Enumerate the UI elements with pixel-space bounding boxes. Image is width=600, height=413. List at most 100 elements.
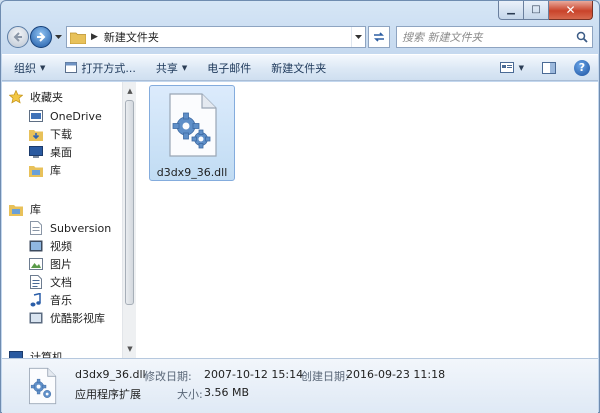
organize-menu[interactable]: 组织 ▼ — [14, 60, 45, 76]
music-icon — [28, 292, 44, 308]
navigation-scrollbar[interactable]: ▲ ▼ — [122, 82, 136, 358]
details-modified-value: 2007-10-12 15:14 — [204, 368, 304, 381]
main-content: 收藏夹 OneDrive 下载 桌面 库 库 Subversion 视频 图片 … — [2, 82, 598, 358]
search-box[interactable]: 搜索 新建文件夹 — [396, 26, 593, 48]
maximize-icon: □ — [531, 4, 541, 15]
preview-pane-button[interactable] — [542, 61, 556, 74]
explorer-window: ▁ □ ✕ ▶ 新建文件夹 搜索 新建文件夹 组织 ▼ 打开方式... 共享 ▼… — [0, 0, 600, 413]
forward-button[interactable] — [30, 26, 52, 48]
address-bar[interactable]: ▶ 新建文件夹 — [66, 26, 366, 48]
nav-item-label: Subversion — [50, 221, 112, 235]
details-size-value: 3.56 MB — [204, 386, 250, 399]
nav-item-youku-library[interactable]: 优酷影视库 — [28, 309, 105, 327]
help-button[interactable]: ? — [574, 59, 598, 76]
share-menu[interactable]: 共享 ▼ — [156, 60, 187, 76]
navigation-pane: 收藏夹 OneDrive 下载 桌面 库 库 Subversion 视频 图片 … — [2, 82, 122, 358]
maximize-button[interactable]: □ — [524, 1, 549, 20]
nav-item-downloads[interactable]: 下载 — [28, 125, 72, 143]
youku-library-icon — [28, 310, 44, 326]
nav-item-desktop[interactable]: 桌面 — [28, 143, 72, 161]
email-button[interactable]: 电子邮件 — [207, 60, 251, 76]
recent-pages-button[interactable] — [53, 26, 63, 48]
nav-item-label: 优酷影视库 — [50, 312, 105, 325]
scroll-down-arrow-icon[interactable]: ▼ — [123, 342, 137, 356]
nav-libraries-label: 库 — [30, 203, 41, 216]
nav-favorites[interactable]: 收藏夹 — [8, 88, 63, 106]
nav-item-videos[interactable]: 视频 — [28, 237, 72, 255]
nav-libraries[interactable]: 库 — [8, 200, 41, 218]
nav-computer[interactable]: 计算机 — [8, 348, 63, 358]
navigation-row: ▶ 新建文件夹 搜索 新建文件夹 — [7, 25, 593, 49]
nav-item-subversion[interactable]: Subversion — [28, 219, 111, 237]
preview-pane-icon — [542, 61, 556, 74]
refresh-icon — [374, 32, 384, 42]
file-list-pane[interactable]: d3dx9_36.dll — [137, 82, 598, 358]
scroll-up-arrow-icon[interactable]: ▲ — [123, 84, 137, 98]
details-file-name: d3dx9_36.dll — [75, 368, 146, 381]
nav-item-label: 文档 — [50, 276, 72, 289]
nav-item-documents[interactable]: 文档 — [28, 273, 72, 291]
nav-computer-label: 计算机 — [30, 351, 63, 358]
computer-icon — [8, 349, 24, 358]
new-folder-button[interactable]: 新建文件夹 — [271, 60, 326, 76]
back-arrow-icon — [13, 32, 22, 42]
chevron-down-icon: ▼ — [181, 63, 188, 72]
open-with-icon — [65, 62, 78, 73]
nav-item-label: 桌面 — [50, 146, 72, 159]
forward-arrow-icon — [37, 32, 46, 42]
refresh-button[interactable] — [368, 26, 390, 48]
help-icon: ? — [574, 59, 590, 76]
nav-favorites-label: 收藏夹 — [30, 91, 63, 104]
library-icon — [8, 201, 24, 217]
nav-item-label: OneDrive — [50, 109, 102, 123]
caption-buttons: ▁ □ ✕ — [498, 1, 593, 20]
nav-item-label: 视频 — [50, 240, 72, 253]
organize-label: 组织 — [14, 61, 36, 75]
details-file-type: 应用程序扩展 — [75, 388, 141, 401]
breadcrumb-folder[interactable]: 新建文件夹 — [104, 29, 159, 45]
details-size-label: 大小: — [177, 388, 203, 401]
details-modified-label: 修改日期: — [144, 370, 192, 383]
downloads-folder-icon — [28, 126, 44, 142]
nav-item-library[interactable]: 库 — [28, 161, 61, 179]
share-label: 共享 — [155, 61, 178, 75]
open-with-button[interactable]: 打开方式... — [65, 60, 136, 76]
search-icon[interactable] — [576, 31, 588, 43]
details-created-label: 创建日期: — [301, 370, 349, 383]
command-bar: 组织 ▼ 打开方式... 共享 ▼ 电子邮件 新建文件夹 ▼ ? — [2, 54, 598, 81]
chevron-down-icon: ▼ — [40, 63, 46, 72]
file-item[interactable]: d3dx9_36.dll — [149, 85, 235, 181]
star-icon — [8, 89, 24, 105]
change-view-button[interactable]: ▼ — [499, 62, 524, 73]
minimize-button[interactable]: ▁ — [498, 1, 524, 20]
breadcrumb-separator[interactable]: ▶ — [91, 32, 98, 42]
desktop-icon — [28, 144, 44, 160]
chevron-down-icon — [54, 34, 62, 39]
minimize-icon: ▁ — [507, 4, 515, 15]
view-controls: ▼ ? — [492, 59, 598, 76]
details-created-value: 2016-09-23 11:18 — [346, 368, 446, 381]
folder-icon — [70, 32, 86, 44]
details-pane: d3dx9_36.dll 应用程序扩展 修改日期: 2007-10-12 15:… — [2, 358, 598, 413]
scroll-thumb[interactable] — [125, 100, 134, 305]
nav-item-label: 音乐 — [50, 294, 72, 307]
close-button[interactable]: ✕ — [549, 1, 593, 20]
nav-item-pictures[interactable]: 图片 — [28, 255, 72, 273]
document-icon — [28, 274, 44, 290]
library-icon — [28, 162, 44, 178]
nav-item-onedrive[interactable]: OneDrive — [28, 107, 102, 125]
gear-file-icon — [29, 367, 57, 405]
new-folder-label: 新建文件夹 — [271, 61, 327, 75]
search-placeholder: 搜索 新建文件夹 — [402, 31, 483, 44]
picture-icon — [28, 256, 44, 272]
chevron-down-icon — [355, 34, 362, 39]
close-icon: ✕ — [565, 3, 576, 17]
chevron-down-icon: ▼ — [518, 63, 524, 72]
nav-item-music[interactable]: 音乐 — [28, 291, 72, 309]
video-icon — [28, 238, 44, 254]
back-button[interactable] — [7, 26, 29, 48]
nav-item-label: 库 — [50, 164, 61, 177]
gear-file-icon — [169, 93, 217, 157]
open-with-label: 打开方式... — [81, 61, 136, 75]
address-dropdown[interactable] — [351, 27, 365, 47]
